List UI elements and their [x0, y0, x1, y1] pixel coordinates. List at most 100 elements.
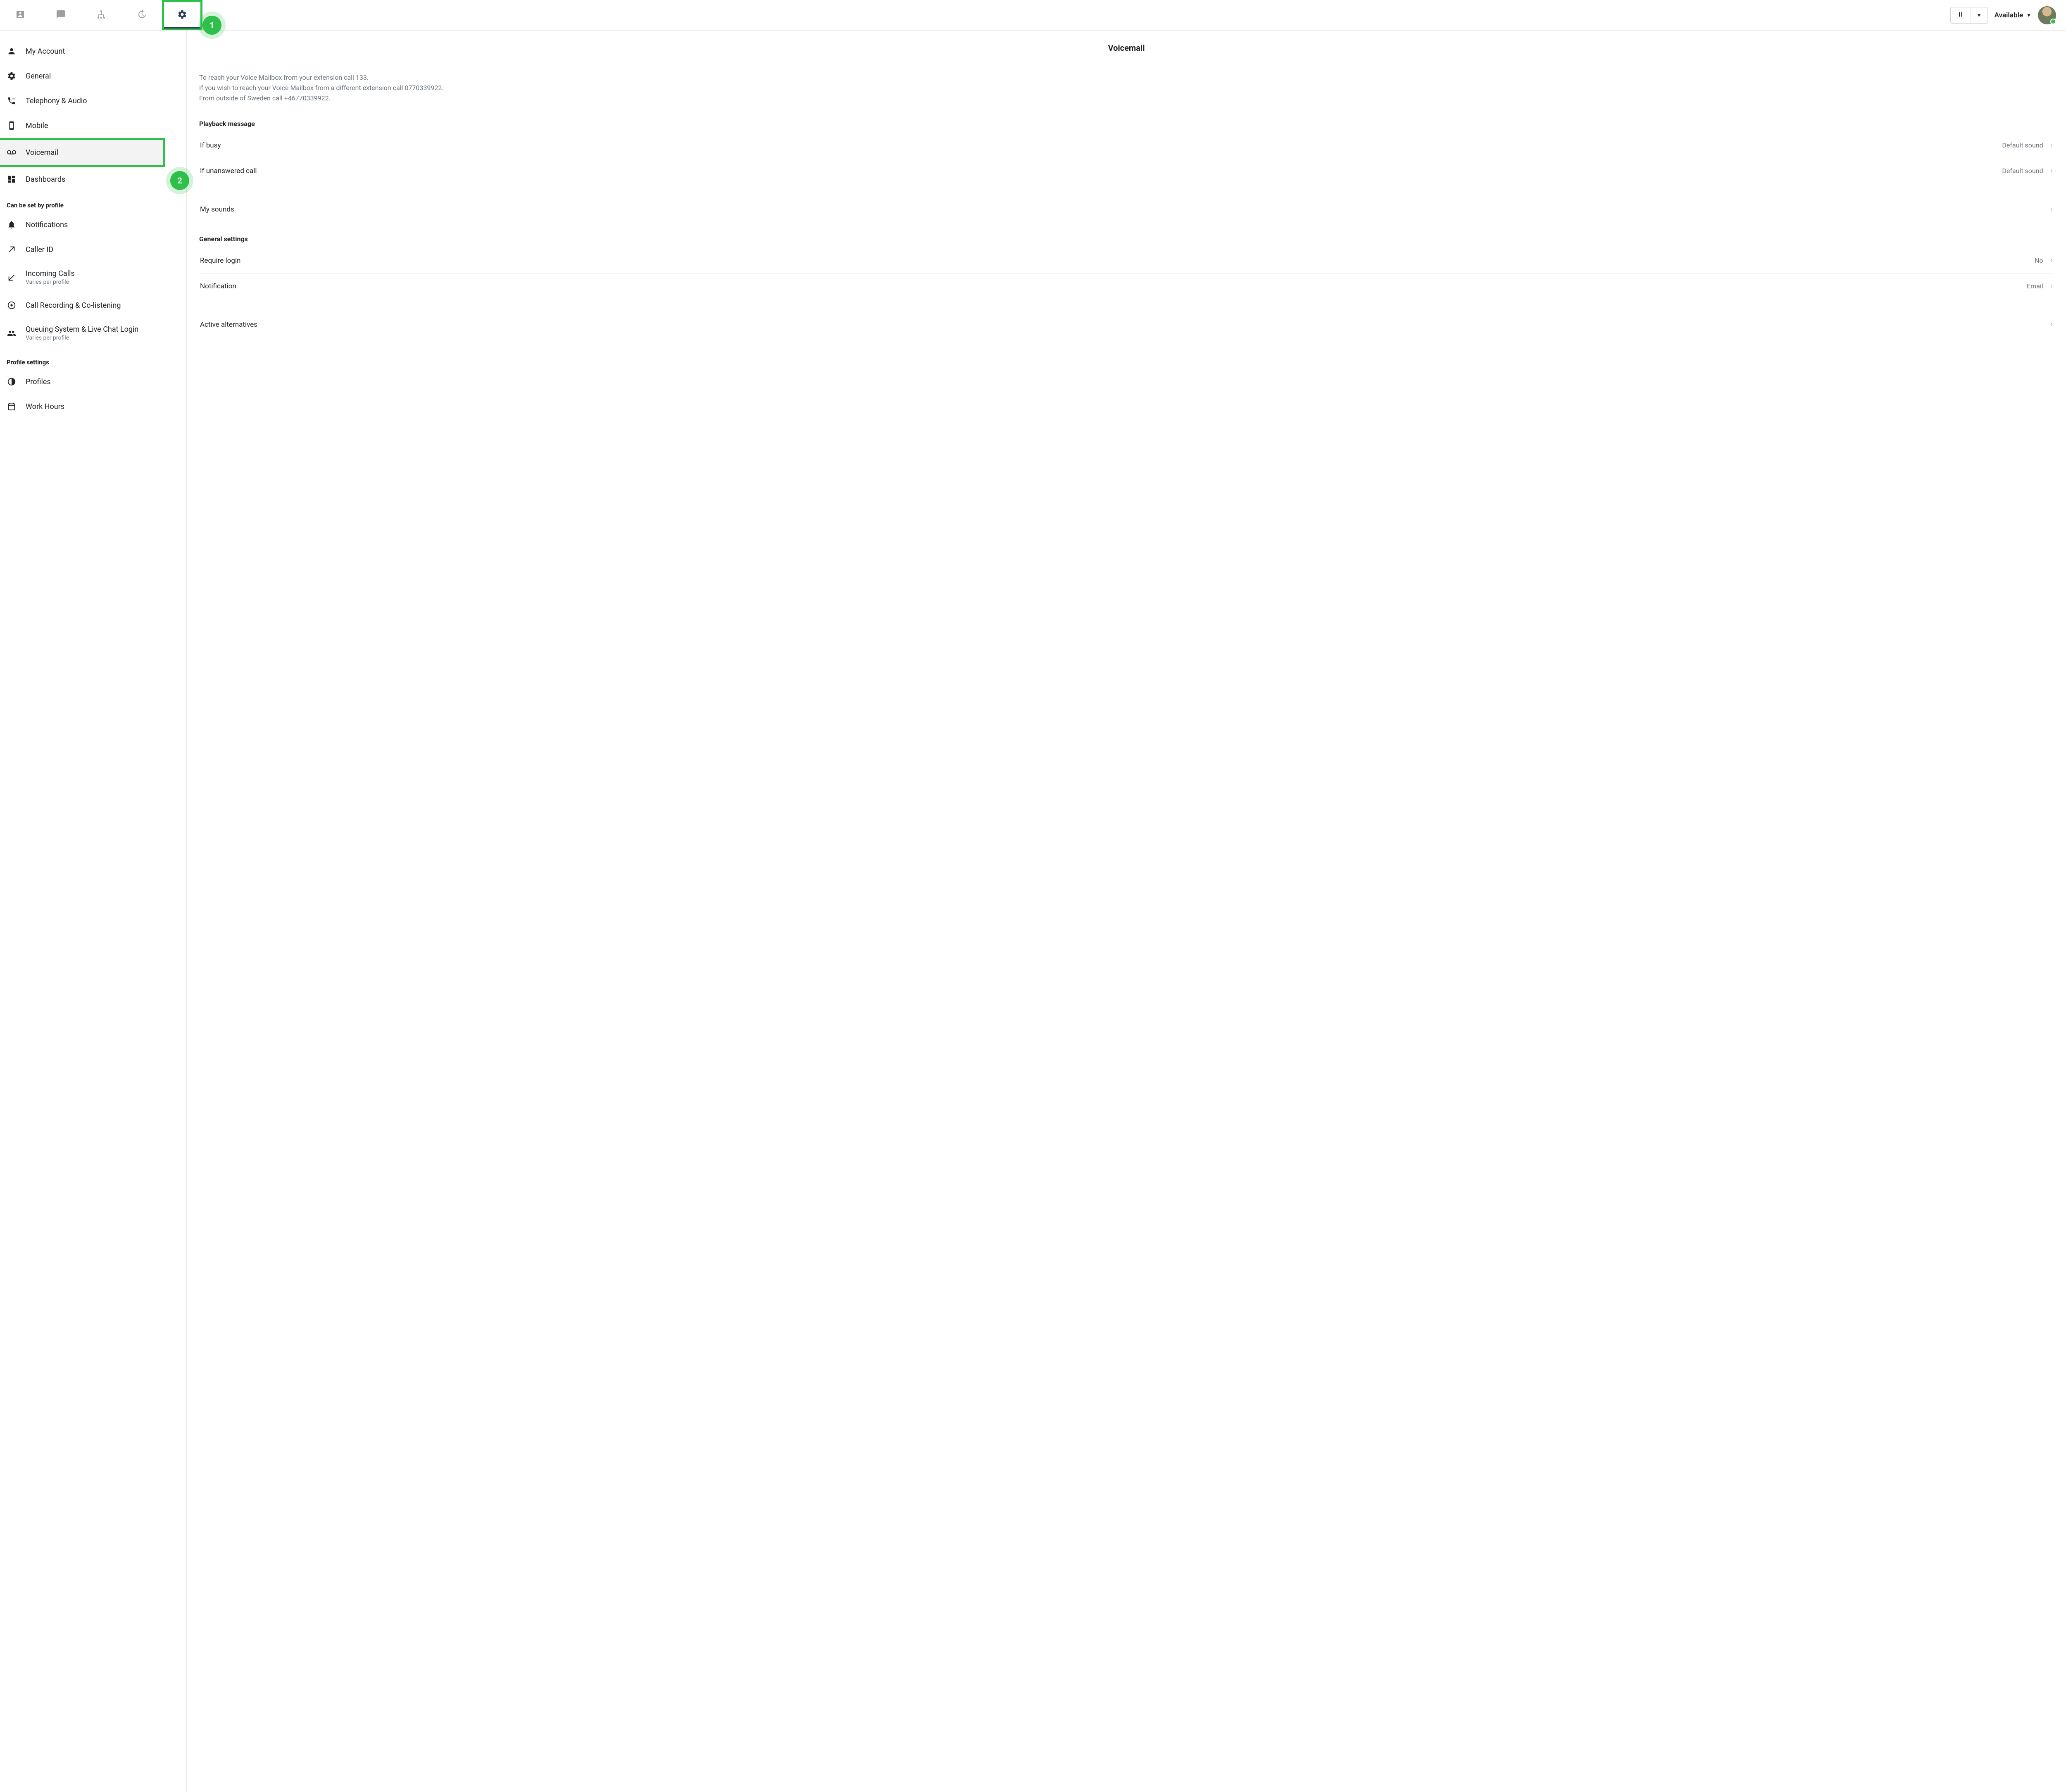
- instruction-line: To reach your Voice Mailbox from your ex…: [199, 73, 2054, 83]
- playback-heading: Playback message: [199, 120, 2054, 128]
- setting-label: Require login: [200, 257, 240, 265]
- sidebar-item-my-account[interactable]: My Account: [0, 39, 186, 64]
- setting-label: If busy: [200, 141, 221, 150]
- pause-dropdown: ▼: [1950, 7, 1988, 24]
- sidebar-item-label: Mobile: [26, 121, 48, 130]
- sidebar-item-call-recording[interactable]: Call Recording & Co-listening: [0, 293, 186, 318]
- sidebar-item-voicemail[interactable]: Voicemail: [0, 138, 165, 167]
- sidebar-item-work-hours[interactable]: Work Hours: [0, 394, 186, 419]
- setting-if-unanswered[interactable]: If unanswered call Default sound ›: [199, 158, 2054, 183]
- setting-active-alternatives[interactable]: Active alternatives ›: [199, 312, 2054, 337]
- sidebar-section-settings: Profile settings: [0, 349, 186, 369]
- sidebar-item-label: Dashboards: [26, 175, 65, 184]
- setting-value: Email: [2027, 282, 2043, 290]
- chat-tab[interactable]: [40, 0, 81, 30]
- record-icon: [7, 300, 17, 310]
- setting-label: My sounds: [200, 205, 234, 214]
- instruction-line: If you wish to reach your Voice Mailbox …: [199, 83, 2054, 93]
- person-icon: [7, 46, 17, 56]
- setting-label: If unanswered call: [200, 167, 257, 175]
- settings-sidebar: My Account General Telephony & Audio Mob…: [0, 31, 187, 1792]
- chevron-right-icon: ›: [2051, 166, 2053, 175]
- playback-group: Playback message If busy Default sound ›…: [199, 120, 2054, 183]
- bell-icon: [7, 220, 17, 230]
- instruction-line: From outside of Sweden call +46770339922…: [199, 93, 2054, 104]
- sidebar-item-label: My Account: [26, 47, 65, 56]
- half-circle-icon: [7, 377, 17, 387]
- pause-button[interactable]: [1951, 7, 1971, 23]
- my-sounds-group: My sounds ›: [199, 197, 2054, 222]
- setting-value: Default sound: [2002, 141, 2043, 149]
- sidebar-item-sublabel: Varies per profile: [26, 279, 75, 285]
- sidebar-item-telephony[interactable]: Telephony & Audio: [0, 88, 186, 113]
- sidebar-item-mobile[interactable]: Mobile: [0, 113, 186, 138]
- org-chart-icon: [96, 10, 106, 21]
- header-right: ▼ Available ▼: [1950, 6, 2056, 24]
- dashboard-icon: [7, 174, 17, 184]
- setting-label: Notification: [200, 282, 236, 290]
- callout-badge-1: 1: [202, 16, 221, 35]
- presence-indicator: [2050, 19, 2056, 24]
- gear-icon: [177, 10, 187, 21]
- sidebar-item-label: Queuing System & Live Chat Login: [26, 325, 138, 334]
- sidebar-item-incoming-calls[interactable]: Incoming Calls Varies per profile: [0, 262, 186, 293]
- chevron-right-icon: ›: [2051, 205, 2053, 214]
- pause-dropdown-caret[interactable]: ▼: [1971, 7, 1987, 23]
- active-alternatives-group: Active alternatives ›: [199, 312, 2054, 337]
- history-icon: [137, 10, 147, 21]
- main-content: Voicemail To reach your Voice Mailbox fr…: [187, 31, 2066, 1792]
- sidebar-item-caller-id[interactable]: Caller ID: [0, 237, 186, 262]
- header-tabs: 1: [0, 0, 202, 30]
- caret-down-icon: ▼: [1977, 12, 1982, 18]
- sidebar-item-label: Telephony & Audio: [26, 97, 87, 105]
- contact-card-icon: [15, 10, 25, 21]
- caret-down-icon: ▼: [2026, 12, 2031, 18]
- sidebar-item-label: Caller ID: [26, 245, 53, 254]
- main-layout: My Account General Telephony & Audio Mob…: [0, 31, 2066, 1792]
- sidebar-item-dashboards[interactable]: Dashboards: [0, 167, 186, 192]
- general-heading: General settings: [199, 235, 2054, 243]
- org-tab[interactable]: [81, 0, 121, 30]
- sidebar-item-label: Voicemail: [26, 148, 58, 157]
- setting-value: No: [2035, 257, 2043, 264]
- voicemail-instructions: To reach your Voice Mailbox from your ex…: [199, 73, 2054, 103]
- sidebar-item-sublabel: Varies per profile: [26, 335, 138, 341]
- chevron-right-icon: ›: [2051, 320, 2053, 329]
- sidebar-item-label: Notifications: [26, 221, 68, 229]
- phone-settings-icon: [7, 96, 17, 106]
- chevron-right-icon: ›: [2051, 282, 2053, 290]
- general-settings-group: General settings Require login No › Noti…: [199, 235, 2054, 299]
- callout-badge-2: 2: [170, 171, 189, 190]
- history-tab[interactable]: [121, 0, 162, 30]
- sidebar-item-label: Work Hours: [26, 402, 64, 411]
- page-title: Voicemail: [199, 43, 2054, 53]
- setting-require-login[interactable]: Require login No ›: [199, 248, 2054, 273]
- sidebar-item-queuing[interactable]: Queuing System & Live Chat Login Varies …: [0, 318, 186, 349]
- mobile-icon: [7, 121, 17, 131]
- gear-icon: [7, 71, 17, 81]
- setting-value: Default sound: [2002, 167, 2043, 175]
- arrow-outgoing-icon: [7, 245, 17, 254]
- sidebar-item-notifications[interactable]: Notifications: [0, 212, 186, 237]
- contacts-tab[interactable]: [0, 0, 40, 30]
- pause-icon: [1957, 11, 1964, 19]
- sidebar-item-label: Incoming Calls: [26, 269, 75, 278]
- sidebar-item-label: Call Recording & Co-listening: [26, 301, 121, 310]
- setting-my-sounds[interactable]: My sounds ›: [199, 197, 2054, 222]
- chat-icon: [56, 10, 66, 21]
- arrow-incoming-icon: [7, 273, 17, 283]
- people-icon: [7, 328, 17, 338]
- setting-label: Active alternatives: [200, 321, 257, 329]
- sidebar-item-profiles[interactable]: Profiles: [0, 369, 186, 394]
- voicemail-icon: [7, 147, 17, 157]
- chevron-right-icon: ›: [2051, 141, 2053, 150]
- user-avatar[interactable]: [2038, 6, 2056, 24]
- setting-notification[interactable]: Notification Email ›: [199, 273, 2054, 299]
- status-selector[interactable]: Available ▼: [1995, 11, 2031, 19]
- sidebar-item-label: General: [26, 72, 51, 81]
- setting-if-busy[interactable]: If busy Default sound ›: [199, 133, 2054, 158]
- settings-tab[interactable]: [162, 0, 202, 30]
- calendar-icon: [7, 402, 17, 411]
- sidebar-item-general[interactable]: General: [0, 64, 186, 88]
- app-header: 1 ▼ Available ▼: [0, 0, 2066, 31]
